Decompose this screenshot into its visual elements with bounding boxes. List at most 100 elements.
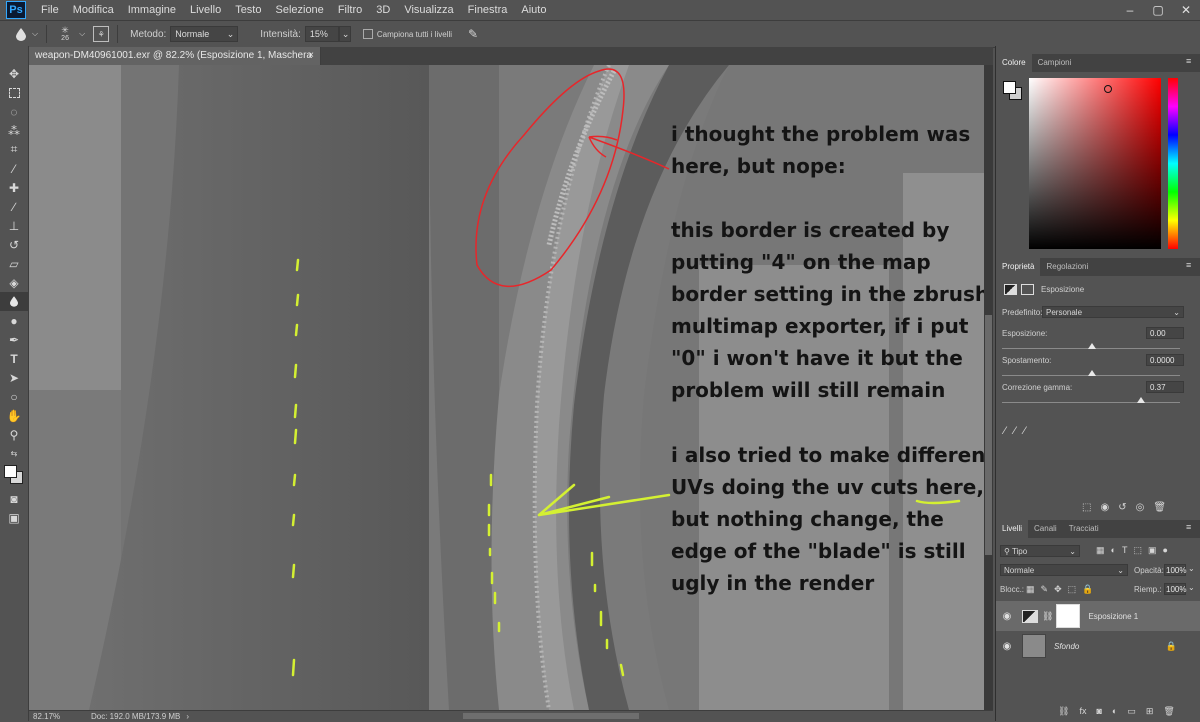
menu-3d[interactable]: 3D <box>369 0 397 20</box>
lock-position-icon[interactable]: ✥ <box>1054 584 1062 595</box>
color-field[interactable] <box>1029 78 1161 249</box>
riemp-input[interactable]: 100% <box>1164 583 1186 595</box>
adjustment-filter-icon[interactable]: ◐ <box>1111 545 1116 556</box>
view-previous-icon[interactable]: ◉ <box>1100 502 1109 513</box>
screen-mode-icon[interactable]: ▣ <box>0 508 28 527</box>
dodge-tool-icon[interactable]: ● <box>0 311 28 330</box>
opacita-input[interactable]: 100% <box>1164 564 1186 576</box>
visibility-eye-icon[interactable]: ◉ <box>996 641 1018 652</box>
add-mask-icon[interactable]: ◙ <box>1096 706 1101 717</box>
document-canvas[interactable]: i thought the problem was here, but nope… <box>29 65 984 710</box>
menu-visualizza[interactable]: Visualizza <box>397 0 460 20</box>
close-tab-icon[interactable]: × <box>308 47 314 65</box>
layer-row[interactable]: ◉ ⛓ Esposizione 1 <box>996 601 1200 631</box>
blur-tool-preset[interactable] <box>12 25 30 43</box>
dropdown-arrow-icon[interactable]: ⌵ <box>32 29 38 39</box>
brush-size-picker[interactable]: ✳ 26 <box>55 25 75 43</box>
hand-tool-icon[interactable]: ✋ <box>0 406 28 425</box>
menu-testo[interactable]: Testo <box>228 0 268 20</box>
magic-wand-icon[interactable]: ⁂ <box>0 121 28 140</box>
gamma-input[interactable]: 0.37 <box>1146 381 1184 393</box>
layer-style-icon[interactable]: fx <box>1079 706 1086 717</box>
tab-proprieta[interactable]: Proprietà <box>996 258 1041 276</box>
lock-transparency-icon[interactable]: ▦ <box>1026 584 1035 595</box>
blur-tool-icon[interactable] <box>0 292 28 311</box>
color-swatches[interactable] <box>0 463 28 489</box>
visibility-eye-icon[interactable]: ◎ <box>1136 502 1145 513</box>
menu-finestra[interactable]: Finestra <box>461 0 515 20</box>
pressure-pen-icon[interactable]: ✎ <box>468 27 478 41</box>
shape-filter-icon[interactable]: ⬚ <box>1133 545 1142 556</box>
quick-mask-icon[interactable]: ◙ <box>0 489 28 508</box>
menu-modifica[interactable]: Modifica <box>66 0 121 20</box>
layer-mask-icon[interactable] <box>1021 284 1034 295</box>
healing-brush-icon[interactable]: ✚ <box>0 178 28 197</box>
panel-menu-icon[interactable]: ≡ <box>1186 56 1191 66</box>
layer-mask-thumbnail[interactable] <box>1056 604 1081 628</box>
horizontal-scrollbar[interactable] <box>463 713 639 719</box>
zoom-tool-icon[interactable]: ⚲ <box>0 425 28 444</box>
panel-menu-icon[interactable]: ≡ <box>1186 260 1191 270</box>
new-layer-icon[interactable]: ⊞ <box>1146 706 1154 717</box>
blend-mode-select[interactable]: Normale ⌄ <box>1000 564 1128 576</box>
clip-to-layer-icon[interactable]: ⬚ <box>1082 502 1091 513</box>
vertical-scrollbar[interactable] <box>984 65 993 710</box>
brush-tool-icon[interactable]: ∕ <box>0 197 28 216</box>
menu-livello[interactable]: Livello <box>183 0 228 20</box>
dropdown-arrow-icon[interactable]: ⌵ <box>79 29 85 39</box>
swap-colors-icon[interactable]: ⇆ <box>0 444 28 463</box>
pixel-filter-icon[interactable]: ▦ <box>1096 545 1105 556</box>
new-adjustment-icon[interactable]: ◐ <box>1112 706 1117 717</box>
scrollbar-thumb[interactable] <box>985 315 992 555</box>
layer-filter-select[interactable]: ⚲ Tipo ⌄ <box>1000 545 1080 557</box>
canvas-area[interactable]: i thought the problem was here, but nope… <box>29 65 993 710</box>
layer-thumbnail[interactable] <box>1022 634 1046 658</box>
ellipse-tool-icon[interactable]: ○ <box>0 387 28 406</box>
intensita-slider-toggle[interactable]: ⌄ <box>338 26 351 42</box>
status-arrow-icon[interactable]: › <box>186 712 189 721</box>
zoom-level[interactable]: 82.17% <box>29 712 77 721</box>
esposizione-slider-knob[interactable] <box>1088 343 1096 349</box>
layer-name[interactable]: Esposizione 1 <box>1088 612 1138 621</box>
menu-filtro[interactable]: Filtro <box>331 0 369 20</box>
gamma-slider-knob[interactable] <box>1137 397 1145 403</box>
predefinito-select[interactable]: Personale ⌄ <box>1042 306 1184 318</box>
chevron-down-icon[interactable]: ⌄ <box>1188 583 1195 592</box>
layer-row[interactable]: ◉ Sfondo 🔒 <box>996 631 1200 661</box>
campiona-checkbox[interactable] <box>362 29 373 39</box>
tab-canali[interactable]: Canali <box>1028 520 1063 538</box>
lasso-tool-icon[interactable]: ◌ <box>0 102 28 121</box>
white-point-eyedropper-icon[interactable]: ⁄ <box>1024 425 1026 437</box>
gamma-slider[interactable] <box>1002 402 1180 403</box>
trash-icon[interactable]: 🗑 <box>1153 502 1166 513</box>
spostamento-input[interactable]: 0.0000 <box>1146 354 1184 366</box>
color-picker-cursor[interactable] <box>1104 85 1112 93</box>
tab-tracciati[interactable]: Tracciati <box>1063 520 1105 538</box>
smart-object-filter-icon[interactable]: ▣ <box>1148 545 1157 556</box>
menu-aiuto[interactable]: Aiuto <box>514 0 553 20</box>
menu-selezione[interactable]: Selezione <box>268 0 330 20</box>
lock-pixels-icon[interactable]: ✎ <box>1041 584 1049 595</box>
type-tool-icon[interactable]: T <box>0 349 28 368</box>
color-panel-swatches[interactable] <box>1002 80 1022 100</box>
esposizione-input[interactable]: 0.00 <box>1146 327 1184 339</box>
chevron-down-icon[interactable]: ⌄ <box>1188 564 1195 573</box>
lock-all-icon[interactable]: 🔒 <box>1082 584 1093 595</box>
paint-bucket-icon[interactable]: ◈ <box>0 273 28 292</box>
foreground-swatch[interactable] <box>1003 81 1016 94</box>
menu-immagine[interactable]: Immagine <box>121 0 183 20</box>
hue-slider[interactable] <box>1168 78 1178 249</box>
path-selection-icon[interactable]: ➤ <box>0 368 28 387</box>
minimize-button[interactable]: – <box>1116 0 1144 20</box>
menu-file[interactable]: File <box>34 0 66 20</box>
brush-panel-icon[interactable]: ⚘ <box>93 26 110 42</box>
eyedropper-icon[interactable]: ⁄ <box>0 159 28 178</box>
chain-link-icon[interactable]: ⛓ <box>1042 611 1053 622</box>
document-tab[interactable]: weapon-DM40961001.exr @ 82.2% (Esposizio… <box>29 47 321 79</box>
marquee-tool-icon[interactable] <box>0 83 28 102</box>
spostamento-slider-knob[interactable] <box>1088 370 1096 376</box>
tab-colore[interactable]: Colore <box>996 54 1032 72</box>
layer-name[interactable]: Sfondo <box>1054 642 1079 651</box>
metodo-select[interactable]: Normale ⌄ <box>170 26 239 42</box>
tab-campioni[interactable]: Campioni <box>1032 54 1078 72</box>
